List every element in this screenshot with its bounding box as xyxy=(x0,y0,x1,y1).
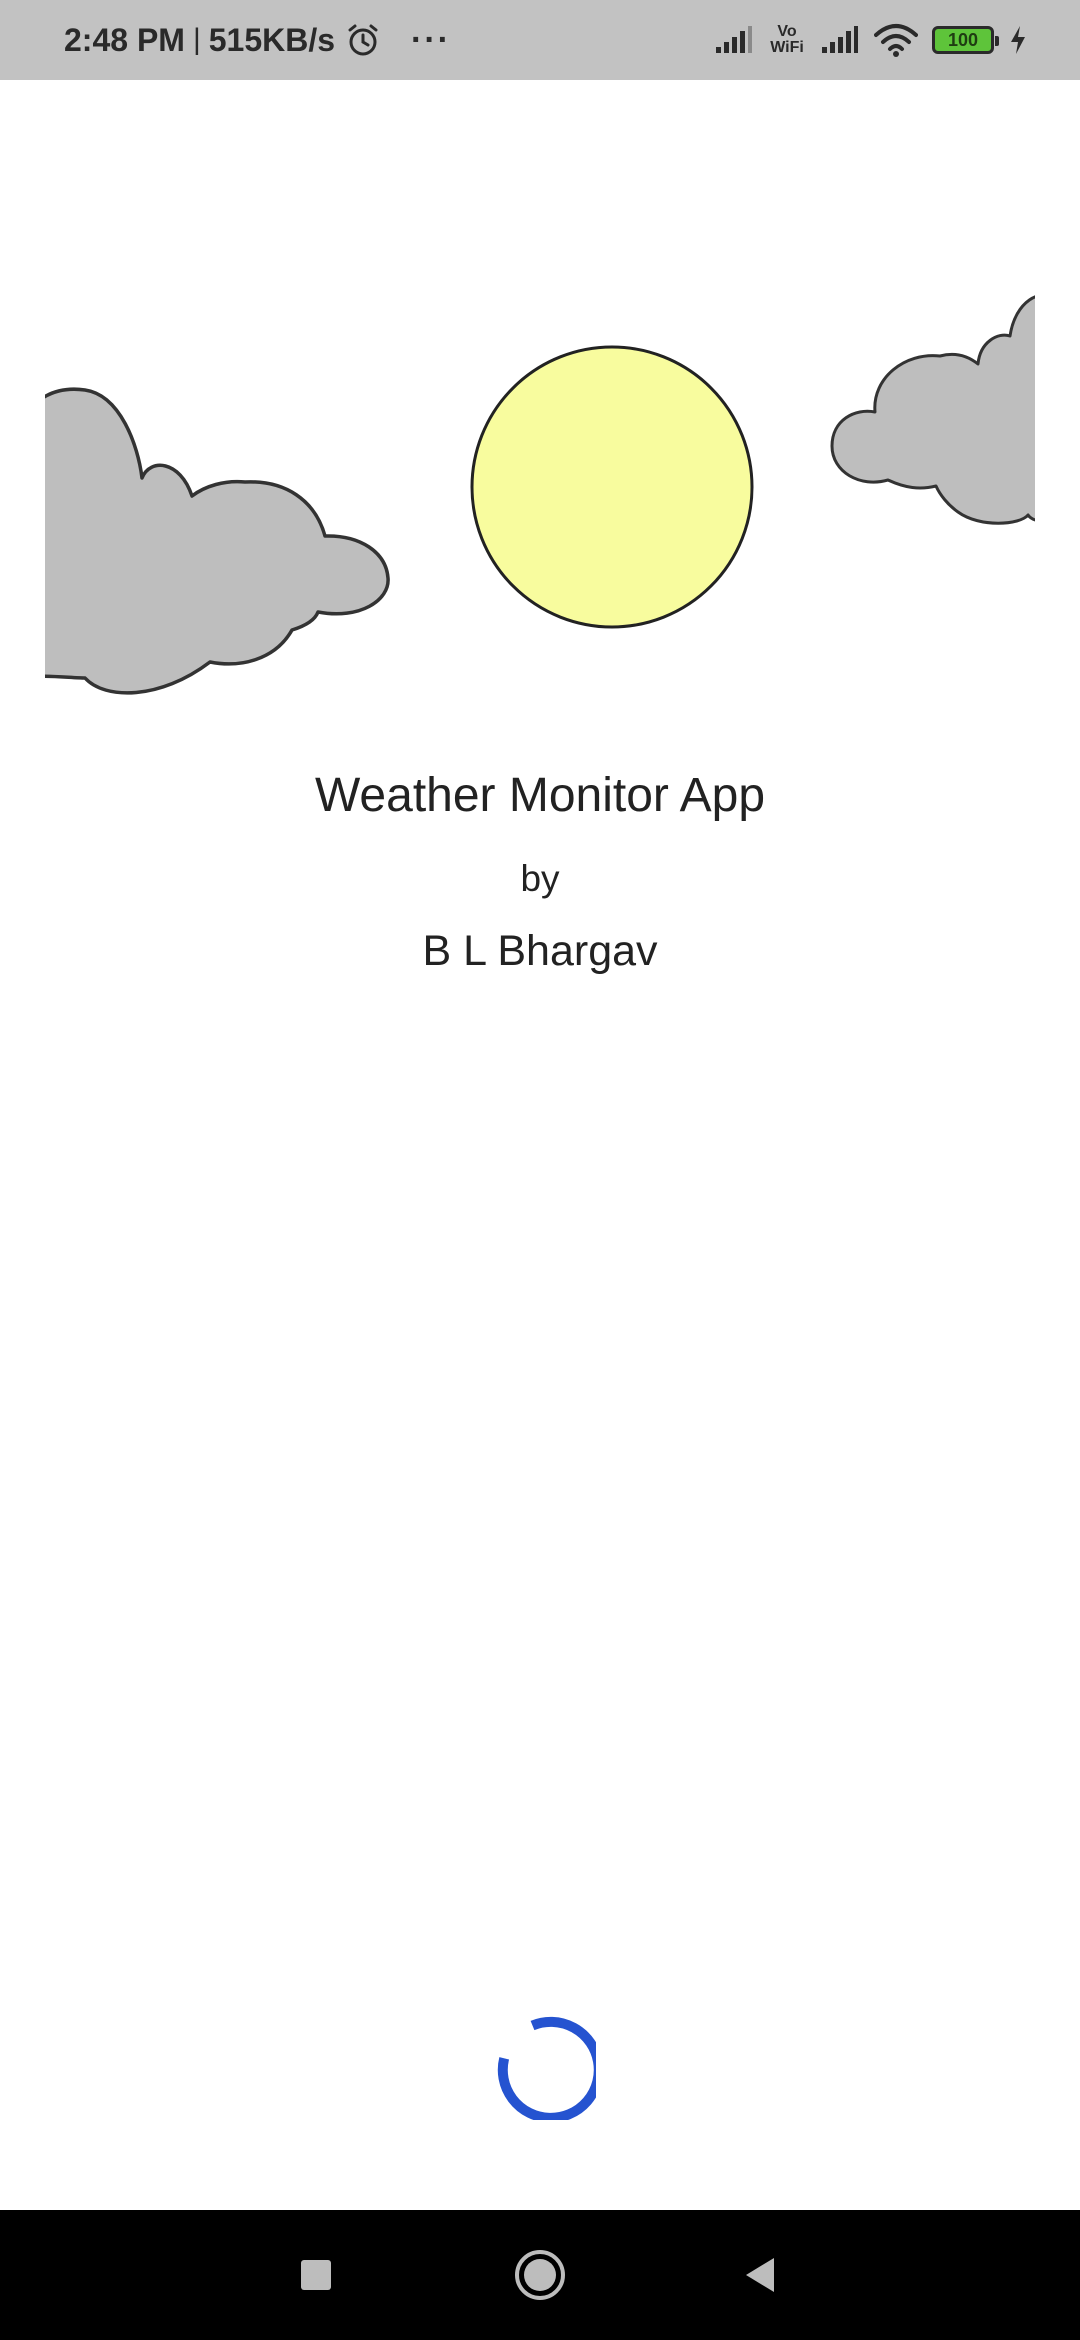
cloud-left xyxy=(45,387,390,695)
vowifi-top: Vo xyxy=(777,23,797,40)
loading-spinner xyxy=(497,2016,596,2120)
back-button[interactable] xyxy=(700,2210,820,2340)
status-time: 2:48 PM xyxy=(64,21,185,58)
network-speed: 515KB/s xyxy=(208,21,336,58)
vowifi-icon: Vo WiFi xyxy=(768,24,806,56)
wifi-icon xyxy=(874,24,918,57)
alarm-icon xyxy=(348,24,378,56)
status-right: Vo WiFi 100 xyxy=(714,0,1028,80)
navigation-bar xyxy=(0,2210,1080,2340)
signal-icon xyxy=(716,26,752,53)
signal-icon xyxy=(822,26,858,53)
home-button[interactable] xyxy=(480,2210,600,2340)
cloud-right xyxy=(830,295,1035,525)
recent-apps-button[interactable] xyxy=(256,2210,376,2340)
more-notifications-icon: ··· xyxy=(411,20,451,59)
author-name: B L Bhargav xyxy=(422,927,658,975)
sun xyxy=(470,345,754,629)
battery-level: 100 xyxy=(947,29,979,50)
charging-icon xyxy=(1011,26,1025,54)
app-title: Weather Monitor App xyxy=(314,769,766,822)
back-icon xyxy=(746,2258,774,2292)
weather-illustration xyxy=(45,295,1035,695)
status-separator: | xyxy=(192,23,201,56)
home-icon xyxy=(515,2250,565,2300)
recent-apps-icon xyxy=(301,2260,331,2290)
battery-icon: 100 xyxy=(932,26,999,54)
vowifi-bottom: WiFi xyxy=(770,39,804,56)
status-left: 2:48 PM | 515KB/s ··· xyxy=(64,0,451,80)
status-bar: 2:48 PM | 515KB/s ··· Vo WiFi 100 xyxy=(0,0,1080,80)
by-label: by xyxy=(520,858,560,899)
